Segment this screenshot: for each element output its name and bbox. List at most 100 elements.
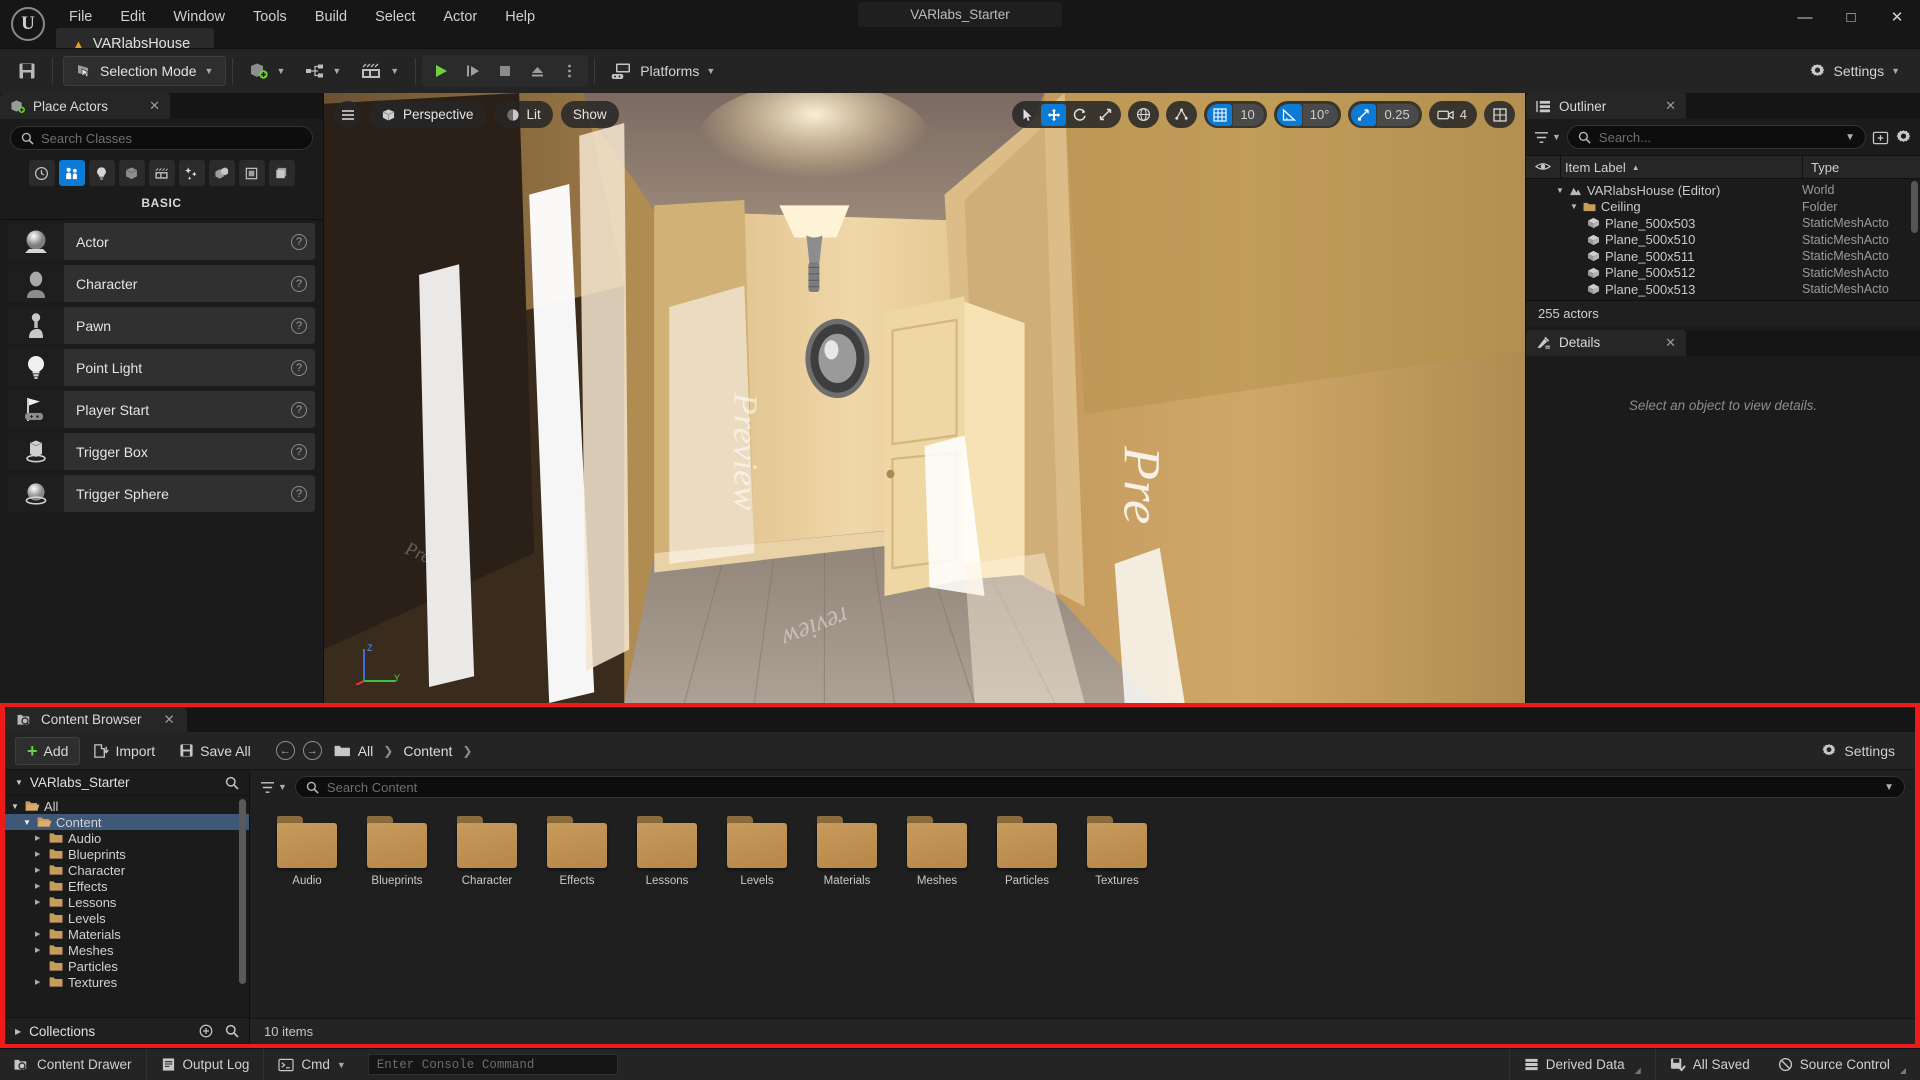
collapse-arrow-icon[interactable]: ▶	[35, 930, 45, 938]
rotation-snap-icon[interactable]	[1276, 103, 1302, 126]
menu-tools[interactable]: Tools	[240, 6, 300, 28]
select-icon[interactable]	[1015, 104, 1040, 126]
folder-item-levels[interactable]: Levels	[712, 812, 802, 891]
skip-button[interactable]	[458, 57, 488, 85]
scale-snap-value[interactable]: 0.25	[1377, 103, 1419, 126]
outliner-row-plane-511[interactable]: Plane_500x511 StaticMeshActo	[1526, 248, 1920, 265]
breadcrumb-content[interactable]: Content	[398, 743, 457, 759]
actor-item-player-start[interactable]: Player Start ?	[8, 391, 315, 428]
tree-root-header[interactable]: ▼ VARlabs_Starter	[5, 770, 249, 796]
expand-arrow-icon[interactable]: ▼	[23, 818, 33, 827]
menu-select[interactable]: Select	[362, 6, 428, 28]
help-icon[interactable]: ?	[291, 275, 307, 292]
viewport-layout-icon[interactable]	[1487, 104, 1512, 126]
tree-row-audio[interactable]: ▶ Audio	[5, 830, 249, 846]
stop-button[interactable]	[490, 57, 520, 85]
help-icon[interactable]: ?	[291, 317, 307, 334]
category-geometry[interactable]	[208, 160, 235, 186]
close-button[interactable]: ✕	[1874, 0, 1920, 34]
surface-snap-icon[interactable]	[1169, 104, 1194, 126]
collapse-arrow-icon[interactable]: ▶	[35, 866, 45, 874]
collapse-arrow-icon[interactable]: ▶	[35, 898, 45, 906]
menu-window[interactable]: Window	[160, 6, 238, 28]
chevron-right-icon[interactable]: ❯	[459, 744, 475, 758]
folder-item-effects[interactable]: Effects	[532, 812, 622, 891]
platforms-button[interactable]: Platforms ▼	[601, 55, 725, 87]
help-icon[interactable]: ?	[291, 233, 307, 250]
outliner-row-plane-510[interactable]: Plane_500x510 StaticMeshActo	[1526, 232, 1920, 249]
folder-item-materials[interactable]: Materials	[802, 812, 892, 891]
content-search-input[interactable]: Search Content ▼	[294, 776, 1905, 798]
save-button[interactable]	[8, 55, 46, 87]
help-icon[interactable]: ?	[291, 359, 307, 376]
derived-data-button[interactable]: Derived Data ◢	[1508, 1048, 1655, 1080]
tree-row-lessons[interactable]: ▶ Lessons	[5, 894, 249, 910]
viewport-menu-button[interactable]	[334, 101, 361, 128]
outliner-scrollbar[interactable]	[1911, 181, 1918, 233]
all-saved-button[interactable]: All Saved	[1654, 1048, 1764, 1080]
expand-arrow-icon[interactable]: ▼	[15, 778, 23, 787]
blueprints-button[interactable]: ▼	[295, 55, 351, 87]
add-button[interactable]: + Add	[15, 736, 81, 765]
help-icon[interactable]: ?	[291, 401, 307, 418]
search-classes-input[interactable]: Search Classes	[10, 126, 313, 150]
item-label-column-header[interactable]: Item Label ▲	[1560, 156, 1802, 178]
outliner-settings-button[interactable]	[1895, 129, 1912, 146]
globe-icon[interactable]	[1131, 104, 1156, 126]
viewport-viewmode-button[interactable]: Lit	[493, 101, 553, 128]
tab-place-actors[interactable]: Place Actors ✕	[0, 93, 170, 119]
outliner-new-folder-button[interactable]	[1872, 130, 1889, 145]
close-icon[interactable]: ✕	[1665, 335, 1676, 351]
actor-item-trigger-box[interactable]: Trigger Box ?	[8, 433, 315, 470]
folder-item-particles[interactable]: Particles	[982, 812, 1072, 891]
collapse-arrow-icon[interactable]: ▶	[15, 1027, 21, 1036]
level-viewport[interactable]: Preview Pre review Pre Perspective Lit S…	[324, 93, 1525, 703]
type-column-header[interactable]: Type	[1802, 156, 1920, 178]
cmd-button[interactable]: Cmd ▼	[264, 1049, 359, 1080]
tree-row-blueprints[interactable]: ▶ Blueprints	[5, 846, 249, 862]
rotation-snap-value[interactable]: 10°	[1302, 103, 1339, 126]
tree-row-levels[interactable]: Levels	[5, 910, 249, 926]
actor-item-trigger-sphere[interactable]: Trigger Sphere ?	[8, 475, 315, 512]
folder-item-audio[interactable]: Audio	[262, 812, 352, 891]
collapse-arrow-icon[interactable]: ▶	[35, 850, 45, 858]
visibility-column-header[interactable]	[1526, 160, 1560, 175]
actor-item-pawn[interactable]: Pawn ?	[8, 307, 315, 344]
tree-row-materials[interactable]: ▶ Materials	[5, 926, 249, 942]
tree-row-all[interactable]: ▼ All	[5, 798, 249, 814]
category-visual-effects[interactable]	[178, 160, 205, 186]
outliner-search-input[interactable]: Search... ▼	[1566, 125, 1866, 149]
tree-scrollbar[interactable]	[239, 799, 246, 984]
category-volumes[interactable]	[238, 160, 265, 186]
collapse-arrow-icon[interactable]: ▶	[35, 834, 45, 842]
cinematics-button[interactable]: ▼	[351, 55, 409, 87]
help-icon[interactable]: ?	[291, 485, 307, 502]
grid-snap-value[interactable]: 10	[1233, 103, 1264, 126]
selection-mode-button[interactable]: Selection Mode ▼	[63, 56, 227, 86]
grid-snap-icon[interactable]	[1207, 103, 1233, 126]
eject-button[interactable]	[522, 57, 552, 85]
chevron-down-icon[interactable]: ▼	[1845, 132, 1855, 143]
forward-button[interactable]: →	[302, 741, 322, 760]
tab-details[interactable]: Details ✕	[1526, 329, 1686, 356]
tab-outliner[interactable]: Outliner ✕	[1526, 93, 1686, 119]
unreal-engine-logo[interactable]: U	[0, 0, 56, 48]
help-icon[interactable]: ?	[291, 443, 307, 460]
tree-row-textures[interactable]: ▶ Textures	[5, 974, 249, 990]
search-collections-button[interactable]	[225, 1024, 239, 1038]
rotate-icon[interactable]	[1067, 104, 1092, 126]
outliner-row-plane-512[interactable]: Plane_500x512 StaticMeshActo	[1526, 265, 1920, 282]
tree-search-icon[interactable]	[225, 776, 239, 790]
console-command-input[interactable]: Enter Console Command	[367, 1054, 618, 1075]
play-options-button[interactable]	[554, 57, 584, 85]
move-icon[interactable]	[1041, 103, 1067, 126]
outliner-row-plane-503[interactable]: Plane_500x503 StaticMeshActo	[1526, 215, 1920, 232]
menu-build[interactable]: Build	[302, 6, 360, 28]
menu-edit[interactable]: Edit	[107, 6, 158, 28]
content-drawer-button[interactable]: Content Drawer	[0, 1048, 147, 1080]
category-lights[interactable]	[88, 160, 115, 186]
collapse-arrow-icon[interactable]: ▶	[35, 882, 45, 890]
tree-row-character[interactable]: ▶ Character	[5, 862, 249, 878]
close-icon[interactable]: ✕	[1665, 98, 1676, 114]
actor-item-character[interactable]: Character ?	[8, 265, 315, 302]
